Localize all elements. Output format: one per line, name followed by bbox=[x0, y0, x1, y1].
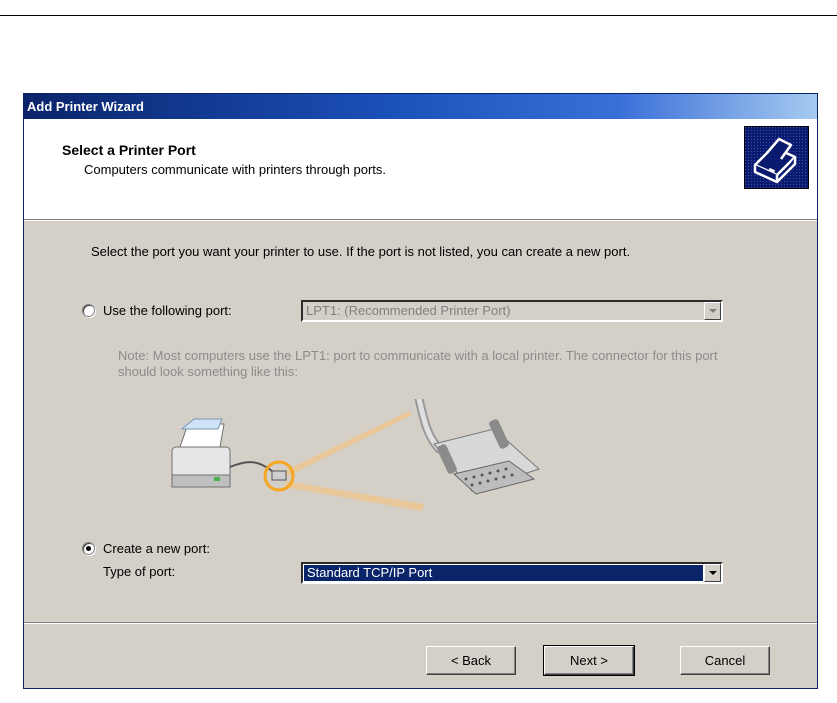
top-divider-line bbox=[0, 15, 837, 16]
create-new-port-option[interactable]: Create a new port: bbox=[82, 541, 210, 556]
existing-port-select[interactable]: LPT1: (Recommended Printer Port) bbox=[301, 300, 723, 322]
footer-separator bbox=[24, 622, 817, 624]
create-new-port-label: Create a new port: bbox=[103, 541, 210, 556]
type-of-port-label: Type of port: bbox=[103, 564, 176, 579]
chevron-down-icon[interactable] bbox=[704, 302, 721, 320]
title-bar[interactable]: Add Printer Wizard bbox=[24, 94, 817, 119]
cancel-button[interactable]: Cancel bbox=[680, 646, 770, 675]
wizard-header: Select a Printer Port Computers communic… bbox=[24, 119, 817, 221]
back-button[interactable]: < Back bbox=[426, 646, 516, 675]
page-title: Select a Printer Port bbox=[62, 142, 196, 158]
use-following-port-option[interactable]: Use the following port: bbox=[82, 303, 232, 318]
page-subtitle: Computers communicate with printers thro… bbox=[84, 162, 387, 177]
add-printer-wizard-dialog: Add Printer Wizard Select a Printer Port… bbox=[23, 93, 818, 689]
port-type-select[interactable]: Standard TCP/IP Port bbox=[301, 562, 723, 584]
create-new-port-radio[interactable] bbox=[82, 542, 95, 555]
printer-connector-illustration bbox=[154, 394, 554, 519]
port-type-value: Standard TCP/IP Port bbox=[304, 565, 703, 581]
next-button[interactable]: Next > bbox=[543, 645, 635, 676]
chevron-down-icon[interactable] bbox=[704, 564, 721, 582]
use-following-port-radio[interactable] bbox=[82, 304, 95, 317]
instruction-text: Select the port you want your printer to… bbox=[91, 244, 631, 259]
existing-port-value: LPT1: (Recommended Printer Port) bbox=[306, 303, 511, 318]
use-following-port-label: Use the following port: bbox=[103, 303, 232, 318]
connector-note: Note: Most computers use the LPT1: port … bbox=[118, 348, 718, 379]
printer-wizard-icon bbox=[744, 126, 809, 189]
window-title: Add Printer Wizard bbox=[27, 99, 144, 114]
